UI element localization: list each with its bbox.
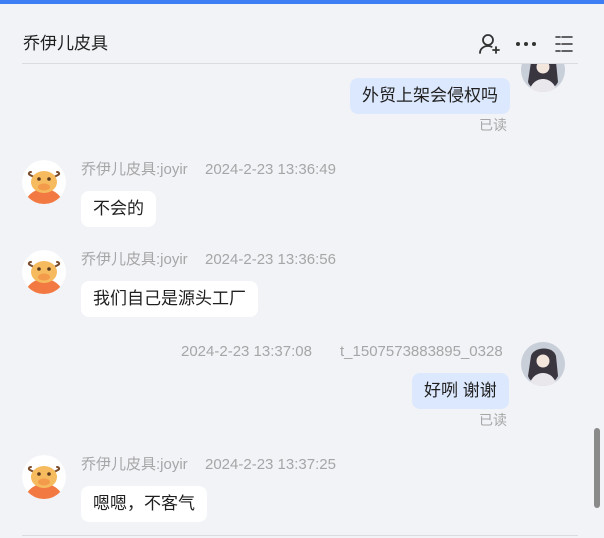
- message-list[interactable]: 外贸上架会侵权吗 已读 乔伊儿皮具:joyir 2024-2-23 13:36:…: [0, 64, 592, 538]
- read-status: 已读: [479, 412, 507, 428]
- message-timestamp: 2024-2-23 13:37:25: [205, 456, 336, 473]
- chat-header: 乔伊儿皮具: [0, 4, 604, 63]
- sender-name: 乔伊儿皮具:joyir: [81, 456, 188, 473]
- user-avatar[interactable]: [521, 342, 565, 386]
- contact-avatar[interactable]: [22, 455, 66, 499]
- user-add-icon[interactable]: [476, 31, 502, 57]
- message-bubble-outgoing[interactable]: 好咧 谢谢: [412, 373, 509, 409]
- sender-name: 乔伊儿皮具:joyir: [81, 251, 188, 268]
- list-menu-icon[interactable]: [551, 31, 577, 57]
- sender-name: 乔伊儿皮具:joyir: [81, 161, 188, 178]
- contact-avatar[interactable]: [22, 160, 66, 204]
- more-icon[interactable]: [513, 31, 539, 57]
- scrollbar-thumb[interactable]: [594, 428, 600, 508]
- sender-name: t_1507573883895_0328: [340, 343, 503, 360]
- user-avatar[interactable]: [521, 64, 565, 92]
- conversation-title: 乔伊儿皮具: [23, 34, 108, 53]
- message-timestamp: 2024-2-23 13:36:49: [205, 161, 336, 178]
- read-status: 已读: [479, 117, 507, 133]
- input-divider: [22, 535, 578, 536]
- message-timestamp: 2024-2-23 13:36:56: [205, 251, 336, 268]
- message-bubble-incoming[interactable]: 不会的: [81, 191, 156, 227]
- message-bubble-incoming[interactable]: 我们自己是源头工厂: [81, 281, 258, 317]
- contact-avatar[interactable]: [22, 250, 66, 294]
- message-bubble-incoming[interactable]: 嗯嗯，不客气: [81, 486, 207, 522]
- message-bubble-outgoing[interactable]: 外贸上架会侵权吗: [350, 78, 510, 114]
- message-timestamp: 2024-2-23 13:37:08: [181, 343, 312, 360]
